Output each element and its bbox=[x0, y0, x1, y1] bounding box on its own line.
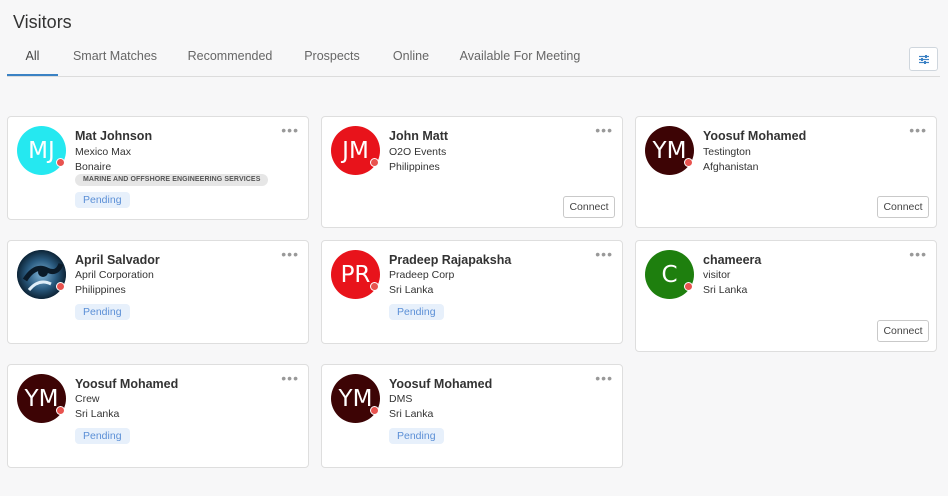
visitor-name[interactable]: Pradeep Rajapaksha bbox=[389, 253, 511, 267]
status-dot bbox=[684, 282, 693, 291]
tab-all[interactable]: All bbox=[7, 40, 58, 76]
avatar: PR bbox=[331, 250, 380, 299]
connect-button[interactable]: Connect bbox=[563, 196, 615, 218]
visitor-name[interactable]: chameera bbox=[703, 253, 761, 267]
visitor-country: Sri Lanka bbox=[75, 408, 120, 420]
visitor-card[interactable]: April Salvador April Corporation Philipp… bbox=[7, 240, 309, 344]
profile-photo-icon bbox=[17, 250, 66, 299]
avatar: YM bbox=[17, 374, 66, 423]
visitor-company: visitor bbox=[703, 269, 731, 281]
sliders-icon bbox=[918, 54, 929, 64]
visitor-country: Sri Lanka bbox=[703, 284, 748, 296]
tab-recommended[interactable]: Recommended bbox=[183, 40, 277, 76]
visitor-country: Afghanistan bbox=[703, 161, 759, 173]
visitor-company: Pradeep Corp bbox=[389, 269, 455, 281]
more-options-icon[interactable]: ••• bbox=[595, 247, 613, 261]
visitor-country: Bonaire bbox=[75, 161, 112, 173]
visitor-company: Crew bbox=[75, 393, 100, 405]
status-badge: Pending bbox=[75, 428, 130, 444]
tab-online[interactable]: Online bbox=[387, 40, 435, 76]
visitor-name[interactable]: Yoosuf Mohamed bbox=[389, 377, 492, 391]
visitor-company: DMS bbox=[389, 393, 413, 405]
more-options-icon[interactable]: ••• bbox=[281, 123, 299, 137]
avatar: YM bbox=[645, 126, 694, 175]
visitor-name[interactable]: Yoosuf Mohamed bbox=[75, 377, 178, 391]
visitor-card[interactable]: PR Pradeep Rajapaksha Pradeep Corp Sri L… bbox=[321, 240, 623, 344]
avatar: C bbox=[645, 250, 694, 299]
avatar: JM bbox=[331, 126, 380, 175]
visitor-company: Mexico Max bbox=[75, 146, 132, 158]
visitor-country: Philippines bbox=[389, 161, 440, 173]
visitor-company: April Corporation bbox=[75, 269, 154, 281]
connect-button[interactable]: Connect bbox=[877, 320, 929, 342]
more-options-icon[interactable]: ••• bbox=[595, 123, 613, 137]
visitor-name[interactable]: Mat Johnson bbox=[75, 129, 152, 143]
visitor-name[interactable]: April Salvador bbox=[75, 253, 160, 267]
status-dot bbox=[370, 406, 379, 415]
more-options-icon[interactable]: ••• bbox=[909, 247, 927, 261]
avatar: YM bbox=[331, 374, 380, 423]
visitor-card[interactable]: YM Yoosuf Mohamed Crew Sri Lanka Pending… bbox=[7, 364, 309, 468]
more-options-icon[interactable]: ••• bbox=[909, 123, 927, 137]
status-badge: Pending bbox=[389, 304, 444, 320]
page-title: Visitors bbox=[13, 12, 72, 32]
avatar: MJ bbox=[17, 126, 66, 175]
industry-tag: MARINE AND OFFSHORE ENGINEERING SERVICES bbox=[75, 174, 269, 186]
visitor-company: Testington bbox=[703, 146, 751, 158]
visitor-country: Philippines bbox=[75, 284, 126, 296]
more-options-icon[interactable]: ••• bbox=[595, 371, 613, 385]
visitor-card[interactable]: JM John Matt O2O Events Philippines ••• … bbox=[321, 116, 623, 228]
status-dot bbox=[56, 158, 65, 167]
visitor-name[interactable]: John Matt bbox=[389, 129, 448, 143]
more-options-icon[interactable]: ••• bbox=[281, 247, 299, 261]
status-dot bbox=[370, 282, 379, 291]
visitor-card[interactable]: YM Yoosuf Mohamed Testington Afghanistan… bbox=[635, 116, 937, 228]
avatar bbox=[17, 250, 66, 299]
visitor-country: Sri Lanka bbox=[389, 284, 434, 296]
filter-button[interactable] bbox=[909, 47, 938, 71]
tab-prospects[interactable]: Prospects bbox=[299, 40, 365, 76]
tab-available-for-meeting[interactable]: Available For Meeting bbox=[457, 40, 583, 76]
status-badge: Pending bbox=[75, 192, 130, 208]
visitor-name[interactable]: Yoosuf Mohamed bbox=[703, 129, 806, 143]
visitor-card[interactable]: C chameera visitor Sri Lanka ••• Connect bbox=[635, 240, 937, 352]
status-dot bbox=[370, 158, 379, 167]
more-options-icon[interactable]: ••• bbox=[281, 371, 299, 385]
status-dot bbox=[56, 282, 65, 291]
visitor-company: O2O Events bbox=[389, 146, 447, 158]
tab-smart-matches[interactable]: Smart Matches bbox=[65, 40, 165, 76]
status-badge: Pending bbox=[75, 304, 130, 320]
status-badge: Pending bbox=[389, 428, 444, 444]
visitor-country: Sri Lanka bbox=[389, 408, 434, 420]
status-dot bbox=[684, 158, 693, 167]
visitor-card[interactable]: YM Yoosuf Mohamed DMS Sri Lanka Pending … bbox=[321, 364, 623, 468]
status-dot bbox=[56, 406, 65, 415]
connect-button[interactable]: Connect bbox=[877, 196, 929, 218]
tab-bar: All Smart Matches Recommended Prospects … bbox=[7, 40, 940, 77]
visitor-card[interactable]: MJ Mat Johnson Mexico Max Bonaire MARINE… bbox=[7, 116, 309, 220]
